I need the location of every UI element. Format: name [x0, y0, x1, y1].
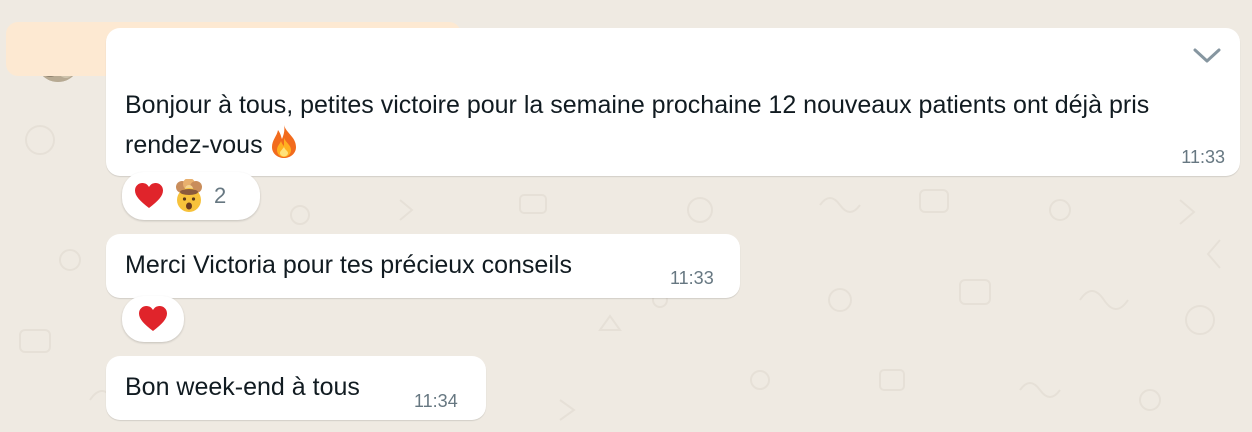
- message-timestamp: 11:33: [670, 268, 714, 288]
- message-timestamp: 11:33: [1181, 147, 1225, 167]
- message-bubble[interactable]: Bon week-end à tous 11:34: [106, 356, 486, 420]
- chevron-down-icon[interactable]: [1192, 46, 1222, 66]
- message-timestamp: 11:34: [414, 391, 458, 411]
- reaction-count: 2: [214, 183, 227, 208]
- message-bubble[interactable]: Merci Victoria pour tes précieux conseil…: [106, 234, 740, 298]
- heart-icon: [134, 182, 164, 210]
- reactions-pill[interactable]: 2: [122, 172, 260, 220]
- exploding-head-icon: [172, 179, 206, 213]
- message-bubble[interactable]: Bonjour à tous, petites victoire pour la…: [106, 28, 1240, 176]
- message-text: Bon week-end à tous: [125, 373, 360, 401]
- message-text: Merci Victoria pour tes précieux conseil…: [125, 251, 572, 279]
- fire-icon: [269, 124, 299, 169]
- heart-icon: [138, 305, 168, 333]
- message-text: Bonjour à tous, petites victoire pour la…: [125, 86, 1225, 169]
- reactions-pill[interactable]: [122, 296, 184, 342]
